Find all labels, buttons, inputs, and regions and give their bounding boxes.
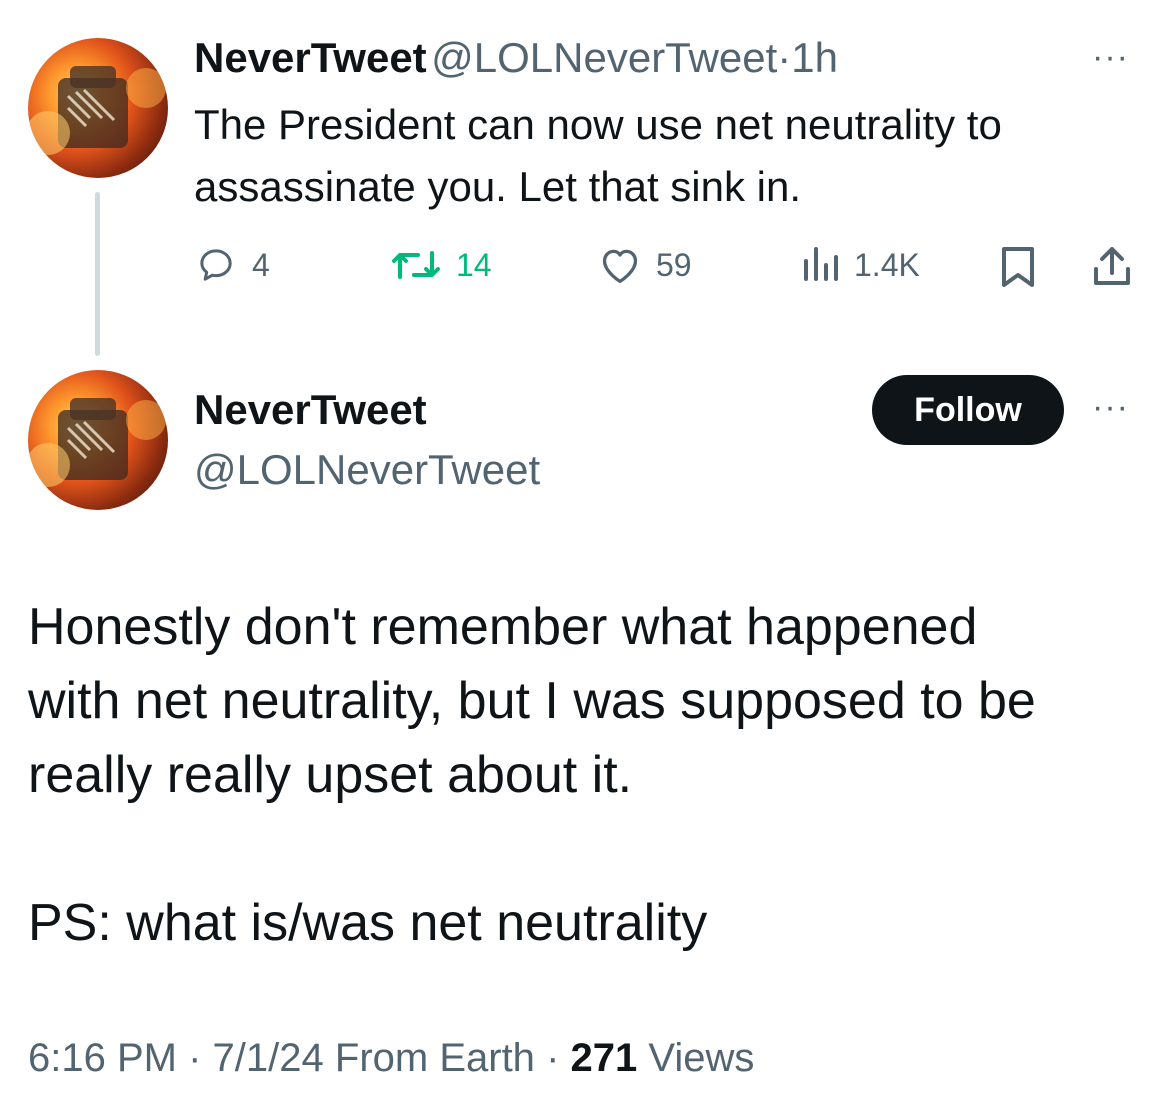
tweet-time[interactable]: 6:16 PM: [28, 1036, 177, 1080]
bookmark-button[interactable]: [998, 245, 1038, 294]
thread-connector-line: [95, 192, 100, 356]
views-button[interactable]: 1.4K: [800, 245, 920, 285]
reply-button[interactable]: 4: [194, 245, 270, 285]
repost-button[interactable]: 14: [390, 245, 492, 285]
like-button[interactable]: 59: [598, 245, 692, 285]
share-icon: [1094, 247, 1130, 285]
avatar-image: [28, 66, 166, 155]
reply-icon: [200, 249, 232, 281]
views-count: 1.4K: [854, 246, 920, 283]
tweet-date[interactable]: 7/1/24: [213, 1036, 324, 1080]
main-text-line-1: Honestly don't remember what happened: [28, 598, 978, 656]
parent-tweet-text: The President can now use net neutrality…: [194, 94, 1002, 218]
view-count: 271: [570, 1036, 638, 1080]
tweet-source: From Earth: [334, 1036, 535, 1080]
main-text-line-3: really really upset about it.: [28, 746, 633, 804]
views-label: Views: [648, 1036, 755, 1080]
meta-separator: ·: [188, 1036, 202, 1080]
parent-handle[interactable]: @LOLNeverTweet: [431, 34, 777, 81]
parent-display-name[interactable]: NeverTweet: [194, 34, 427, 81]
like-count: 59: [656, 246, 692, 283]
main-text-line-2: with net neutrality, but I was supposed …: [28, 672, 1036, 730]
parent-text-line-1: The President can now use net neutrality…: [194, 101, 1002, 148]
parent-text-line-2: assassinate you. Let that sink in.: [194, 163, 802, 210]
parent-tweet-header: NeverTweet @LOLNeverTweet·1h: [194, 34, 838, 82]
header-separator: ·: [777, 34, 792, 81]
avatar-image: [28, 398, 166, 487]
main-avatar[interactable]: [28, 370, 168, 510]
main-text-line-4: PS: what is/was net neutrality: [28, 894, 708, 952]
main-tweet-text: Honestly don't remember what happened wi…: [28, 590, 1036, 960]
main-handle[interactable]: @LOLNeverTweet: [194, 446, 540, 494]
bookmark-icon: [1002, 247, 1034, 287]
main-display-name[interactable]: NeverTweet: [194, 386, 427, 434]
like-icon: [602, 249, 638, 283]
parent-more-icon[interactable]: ···: [1092, 38, 1129, 77]
reply-count: 4: [252, 246, 270, 283]
tweet-metadata: 6:16 PM · 7/1/24 From Earth · 271 Views: [28, 1036, 754, 1081]
main-more-icon[interactable]: ···: [1092, 388, 1129, 427]
views-icon: [804, 247, 838, 281]
parent-timestamp[interactable]: 1h: [791, 34, 838, 81]
follow-button[interactable]: Follow: [872, 375, 1064, 445]
meta-separator: ·: [546, 1036, 560, 1080]
parent-avatar[interactable]: [28, 38, 168, 178]
repost-count: 14: [456, 246, 492, 283]
repost-icon: [392, 251, 440, 279]
share-button[interactable]: [1090, 243, 1134, 294]
